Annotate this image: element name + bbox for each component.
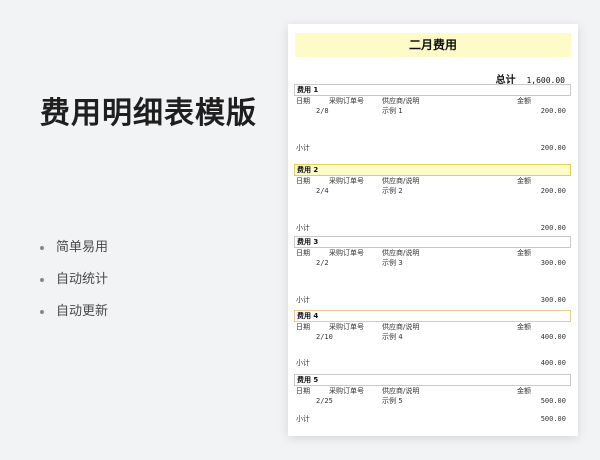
col-po: 采购订单号 (329, 177, 364, 185)
table-row: 2/8 示例 1 200.00 (294, 106, 571, 116)
row-supplier: 示例 1 (382, 107, 403, 115)
table-row: 2/10 示例 4 400.00 (294, 332, 571, 342)
page-title: 费用明细表模版 (40, 96, 257, 131)
row-amount: 400.00 (540, 333, 566, 341)
feature-item: 自动统计 (40, 264, 108, 296)
col-po: 采购订单号 (329, 97, 364, 105)
subtotal-value: 300.00 (540, 296, 566, 304)
section-header: 费用 5 (294, 374, 571, 386)
table-row: 2/25 示例 5 500.00 (294, 396, 571, 406)
subtotal-value: 400.00 (540, 359, 566, 367)
col-date: 日期 (296, 97, 310, 105)
subtotal-label: 小计 (296, 415, 310, 423)
sheet-title: 二月费用 (295, 33, 571, 57)
bullet-icon (40, 278, 44, 282)
section-header: 费用 1 (294, 84, 571, 96)
subtotal-row: 小计 200.00 (294, 143, 571, 153)
col-amount: 金额 (517, 177, 531, 185)
section-header: 费用 3 (294, 236, 571, 248)
feature-item: 自动更新 (40, 296, 108, 328)
row-date: 2/2 (316, 259, 329, 267)
feature-item: 简单易用 (40, 232, 108, 264)
row-amount: 200.00 (540, 187, 566, 195)
expense-section: 费用 2 日期 采购订单号 供应商/说明 金额 2/4 示例 2 200.00 … (294, 164, 571, 233)
table-row: 2/4 示例 2 200.00 (294, 186, 571, 196)
section-header: 费用 2 (294, 164, 571, 176)
col-amount: 金额 (517, 97, 531, 105)
col-date: 日期 (296, 323, 310, 331)
row-supplier: 示例 2 (382, 187, 403, 195)
feature-list: 简单易用 自动统计 自动更新 (40, 232, 108, 328)
expense-section: 费用 4 日期 采购订单号 供应商/说明 金额 2/10 示例 4 400.00… (294, 310, 571, 368)
col-supplier: 供应商/说明 (382, 97, 420, 105)
row-date: 2/10 (316, 333, 333, 341)
column-headers: 日期 采购订单号 供应商/说明 金额 (294, 248, 571, 258)
subtotal-row: 小计 300.00 (294, 295, 571, 305)
row-amount: 500.00 (540, 397, 566, 405)
row-amount: 300.00 (540, 259, 566, 267)
feature-label: 自动更新 (56, 304, 109, 319)
subtotal-row: 小计 200.00 (294, 223, 571, 233)
column-headers: 日期 采购订单号 供应商/说明 金额 (294, 96, 571, 106)
subtotal-label: 小计 (296, 144, 310, 152)
expense-section: 费用 5 日期 采购订单号 供应商/说明 金额 2/25 示例 5 500.00… (294, 374, 571, 424)
col-supplier: 供应商/说明 (382, 387, 420, 395)
expense-section: 费用 1 日期 采购订单号 供应商/说明 金额 2/8 示例 1 200.00 … (294, 84, 571, 153)
subtotal-row: 小计 400.00 (294, 358, 571, 368)
feature-label: 简单易用 (56, 240, 109, 255)
col-amount: 金额 (517, 249, 531, 257)
subtotal-value: 200.00 (540, 144, 566, 152)
col-po: 采购订单号 (329, 323, 364, 331)
col-supplier: 供应商/说明 (382, 177, 420, 185)
column-headers: 日期 采购订单号 供应商/说明 金额 (294, 322, 571, 332)
expense-sheet-preview: 二月费用 总计 1,600.00 费用 1 日期 采购订单号 供应商/说明 金额… (288, 24, 578, 436)
column-headers: 日期 采购订单号 供应商/说明 金额 (294, 176, 571, 186)
col-po: 采购订单号 (329, 387, 364, 395)
row-supplier: 示例 3 (382, 259, 403, 267)
row-date: 2/8 (316, 107, 329, 115)
col-date: 日期 (296, 387, 310, 395)
subtotal-value: 500.00 (540, 415, 566, 423)
row-date: 2/25 (316, 397, 333, 405)
col-supplier: 供应商/说明 (382, 323, 420, 331)
row-supplier: 示例 4 (382, 333, 403, 341)
col-date: 日期 (296, 249, 310, 257)
bullet-icon (40, 246, 44, 250)
col-po: 采购订单号 (329, 249, 364, 257)
row-amount: 200.00 (540, 107, 566, 115)
expense-section: 费用 3 日期 采购订单号 供应商/说明 金额 2/2 示例 3 300.00 … (294, 236, 571, 305)
col-date: 日期 (296, 177, 310, 185)
subtotal-row: 小计 500.00 (294, 414, 571, 424)
col-supplier: 供应商/说明 (382, 249, 420, 257)
subtotal-label: 小计 (296, 359, 310, 367)
table-row: 2/2 示例 3 300.00 (294, 258, 571, 268)
subtotal-value: 200.00 (540, 224, 566, 232)
col-amount: 金额 (517, 323, 531, 331)
col-amount: 金额 (517, 387, 531, 395)
subtotal-label: 小计 (296, 296, 310, 304)
subtotal-label: 小计 (296, 224, 310, 232)
bullet-icon (40, 310, 44, 314)
column-headers: 日期 采购订单号 供应商/说明 金额 (294, 386, 571, 396)
feature-label: 自动统计 (56, 272, 109, 287)
section-header: 费用 4 (294, 310, 571, 322)
row-date: 2/4 (316, 187, 329, 195)
row-supplier: 示例 5 (382, 397, 403, 405)
slide: 费用明细表模版 简单易用 自动统计 自动更新 二月费用 总计 1,600.00 … (0, 0, 600, 460)
